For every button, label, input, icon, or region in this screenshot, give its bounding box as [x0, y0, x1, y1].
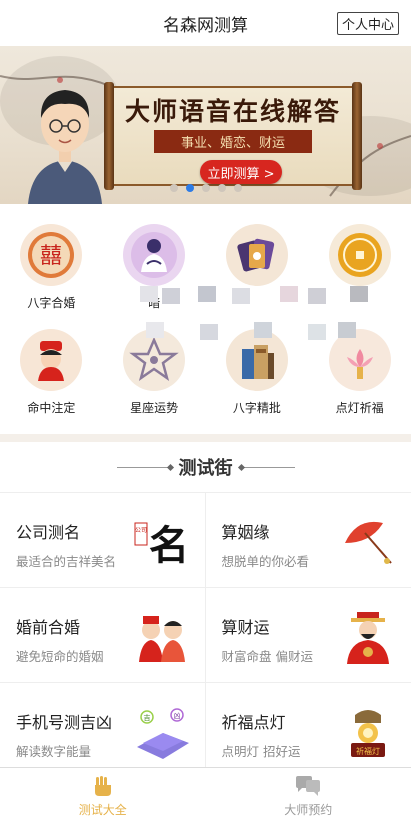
svg-text:祈福灯: 祈福灯: [356, 746, 380, 756]
svg-text:公司: 公司: [134, 527, 146, 534]
scroll-panel: 大师语音在线解答 事业、婚恋、财运 立即测算 >: [104, 82, 362, 190]
double-happiness-icon: 囍: [20, 224, 83, 286]
god-of-wealth-icon: [347, 612, 389, 664]
pixelated-region: [140, 286, 390, 346]
bottom-tab-bar: 测试大全 大师预约: [0, 767, 411, 823]
svg-text:凶: 凶: [173, 712, 180, 720]
tab-label: 大师预约: [284, 802, 333, 817]
section-header: 测试街: [0, 442, 411, 492]
sad-person-icon: [123, 224, 186, 286]
grid-label: 八字合婚: [27, 296, 76, 310]
calligraphy-name-icon: 公司 名: [134, 522, 189, 569]
page-title: 名森网测算: [163, 15, 248, 36]
blessing-lamp-icon: 祈福灯: [351, 710, 385, 757]
tarot-cards-icon: [225, 224, 288, 286]
card-premarital-match[interactable]: 婚前合婚 避免短命的婚姻: [0, 588, 206, 683]
grid-label: 点灯祈福: [335, 401, 384, 415]
service-cards: 公司测名 最适合的吉祥美名 公司 名 算姻缘 想脱单的你必看 婚前合婚 避免短命…: [0, 492, 411, 778]
grid-label: 星座运势: [130, 401, 179, 415]
tab-master-booking[interactable]: 大师预约: [206, 768, 411, 823]
card-marriage-fate[interactable]: 算姻缘 想脱单的你必看: [205, 493, 411, 588]
gold-coin-icon: [328, 224, 391, 286]
card-blessing-lamp[interactable]: 祈福点灯 点明灯 招好运 祈福灯: [205, 683, 411, 778]
banner-cta-button[interactable]: 立即测算 >: [200, 160, 282, 184]
tab-all-tests[interactable]: 测试大全: [0, 768, 206, 823]
svg-text:名: 名: [149, 522, 189, 569]
banner-headline: 大师语音在线解答: [124, 97, 341, 126]
chat-bubbles-icon: [296, 775, 321, 796]
app-header: 名森网测算 个人中心: [0, 0, 411, 46]
hand-icon: [94, 775, 111, 796]
grid-item-bazi-marriage[interactable]: 囍 八字合婚: [0, 224, 103, 311]
carousel-dot[interactable]: [217, 184, 226, 192]
carousel-dot[interactable]: [169, 184, 178, 192]
card-wealth-fortune[interactable]: 算财运 财富命盘 偏财运: [205, 588, 411, 683]
grid-label: 八字精批: [232, 401, 281, 415]
red-umbrella-icon: [345, 521, 392, 564]
banner-subline: 事业、婚恋、财运: [154, 130, 312, 153]
couple-icon: [138, 616, 185, 662]
card-phone-number[interactable]: 手机号测吉凶 解读数字能量 吉 凶: [0, 683, 206, 778]
carousel-dot[interactable]: [201, 184, 210, 192]
phone-number-icon: 吉 凶: [136, 708, 189, 759]
section-title: 测试街: [178, 458, 233, 479]
user-center-button[interactable]: 个人中心: [336, 12, 399, 35]
bride-icon: [20, 329, 83, 391]
carousel-dot-active[interactable]: [185, 184, 194, 192]
carousel-dot[interactable]: [233, 184, 242, 192]
section-divider: [0, 434, 411, 442]
svg-text:囍: 囍: [40, 244, 62, 269]
svg-text:吉: 吉: [143, 714, 150, 722]
card-company-naming[interactable]: 公司测名 最适合的吉祥美名 公司 名: [0, 493, 206, 588]
grid-label: 命中注定: [27, 401, 76, 415]
carousel-dots[interactable]: [0, 184, 411, 192]
tab-label: 测试大全: [78, 802, 127, 817]
grid-item-destiny[interactable]: 命中注定: [0, 329, 103, 416]
promo-banner[interactable]: 大师语音在线解答 事业、婚恋、财运 立即测算 >: [0, 46, 411, 204]
